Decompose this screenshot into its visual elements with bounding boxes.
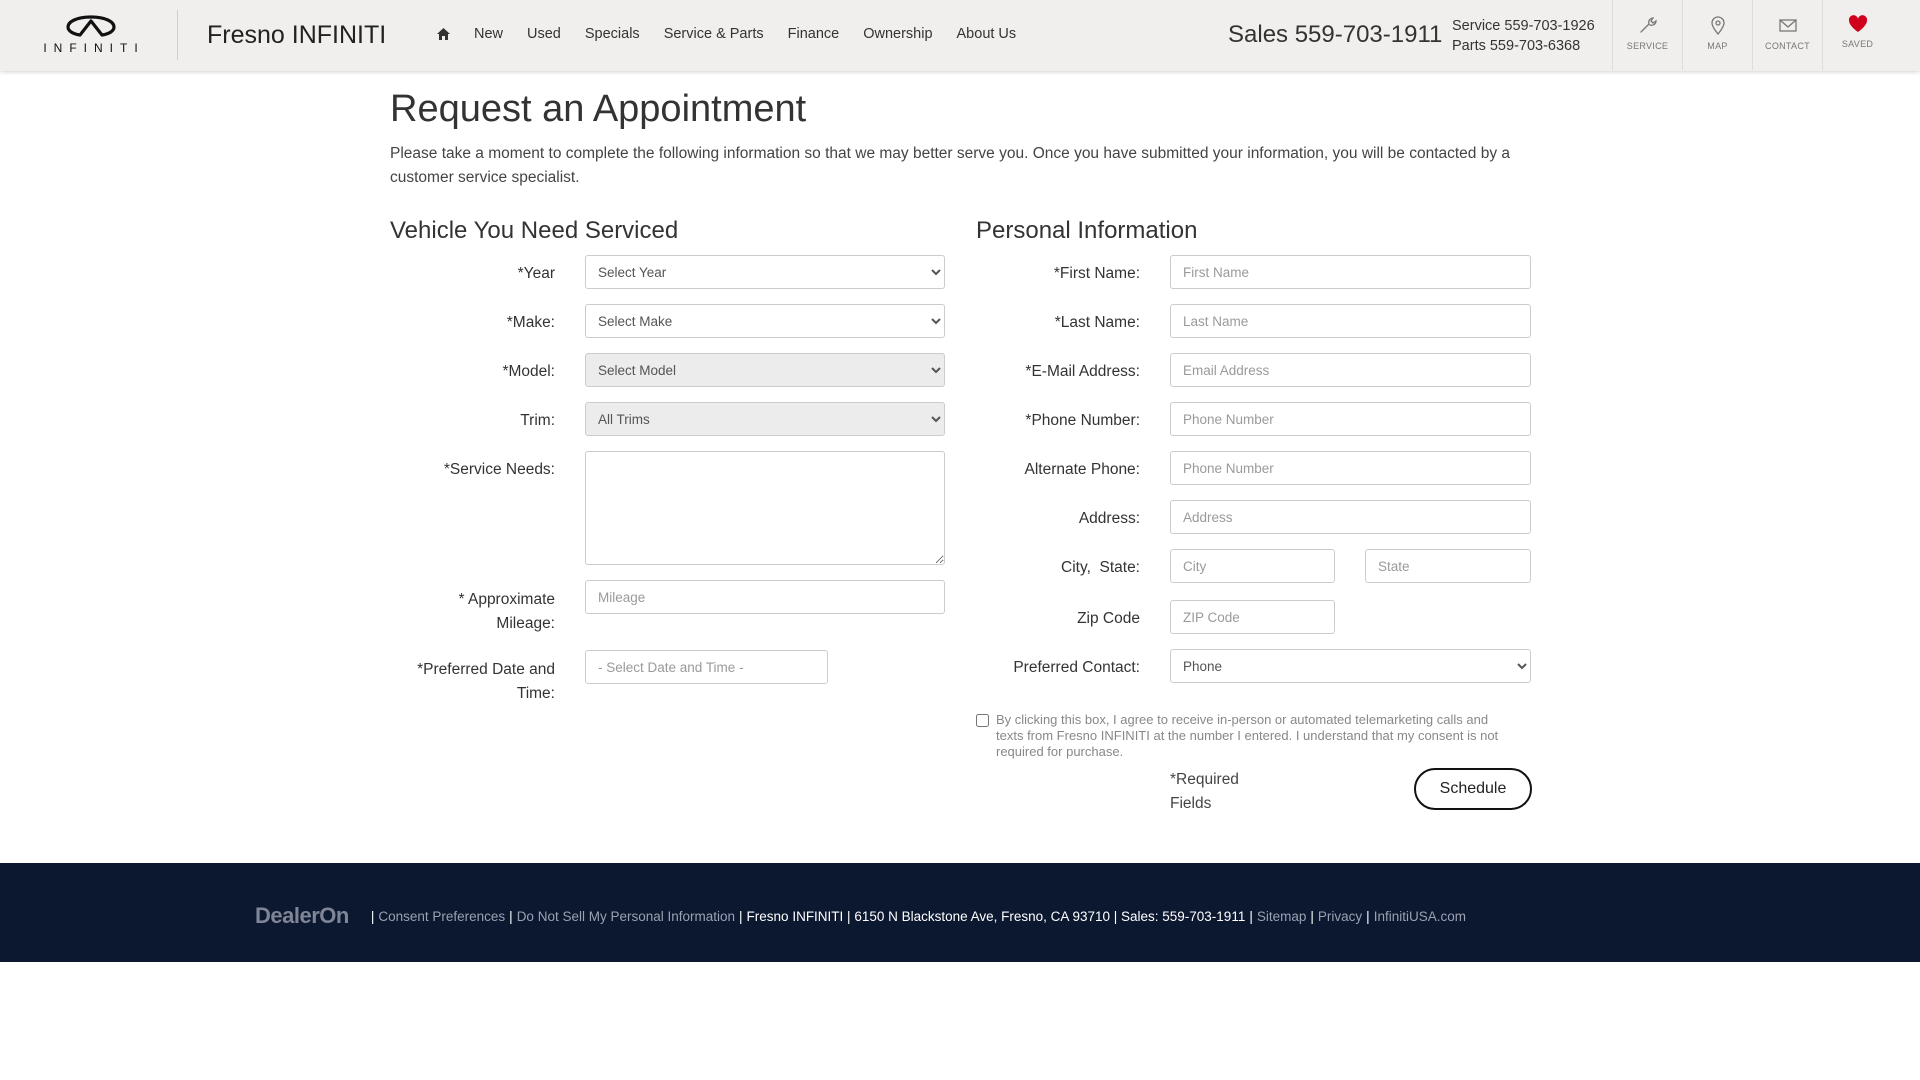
phone-input[interactable] (1170, 402, 1531, 436)
personal-section-title: Personal Information (976, 217, 1198, 244)
service-utility-label: SERVICE (1626, 41, 1669, 51)
consent-text: By clicking this box, I agree to receive… (996, 712, 1499, 759)
alternate-phone-input[interactable] (1170, 451, 1531, 485)
footer-links: DealerOn | Consent Preferences | Do Not … (255, 903, 1466, 929)
alternate-phone-label: Alternate Phone: (1024, 461, 1140, 478)
footer-separator: | (739, 908, 743, 924)
map-pin-icon (1710, 16, 1725, 35)
contact-utility-button[interactable]: CONTACT (1752, 0, 1822, 70)
site-header: INFINITI Fresno INFINITI New Used Specia… (0, 0, 1920, 71)
model-label: *Model: (502, 363, 555, 380)
schedule-button[interactable]: Schedule (1414, 768, 1532, 810)
wrench-icon (1639, 17, 1657, 33)
service-phone[interactable]: Service 559-703-1926 (1452, 16, 1595, 36)
year-select[interactable]: Select Year (585, 255, 945, 289)
email-label: *E-Mail Address: (1025, 363, 1140, 380)
header-divider (177, 10, 178, 60)
logo-wordmark: INFINITI (43, 41, 145, 55)
department-phones: Service 559-703-1926 Parts 559-703-6368 (1452, 16, 1595, 56)
footer-separator: | (1310, 908, 1314, 924)
footer-separator: | (370, 908, 375, 924)
zip-code-input[interactable] (1170, 600, 1335, 634)
consent-block: By clicking this box, I agree to receive… (976, 712, 1516, 760)
city-state-label: City, State: (1061, 559, 1140, 576)
consent-preferences-link[interactable]: Consent Preferences (378, 909, 505, 924)
vehicle-section-title: Vehicle You Need Serviced (390, 217, 679, 244)
heart-icon (1848, 15, 1867, 33)
envelope-icon (1778, 19, 1797, 32)
infiniti-usa-link[interactable]: InfinitiUSA.com (1374, 909, 1466, 924)
site-footer: DealerOn | Consent Preferences | Do Not … (0, 863, 1920, 962)
privacy-link[interactable]: Privacy (1318, 909, 1362, 924)
sitemap-link[interactable]: Sitemap (1257, 909, 1307, 924)
nav-service-parts[interactable]: Service & Parts (664, 26, 764, 42)
preferred-contact-select[interactable]: Phone (1170, 649, 1531, 683)
make-label: *Make: (506, 314, 555, 331)
footer-separator: | (1366, 908, 1370, 924)
required-fields-note: *Required Fields (1170, 771, 1239, 812)
first-name-input[interactable] (1170, 255, 1531, 289)
make-select[interactable]: Select Make (585, 304, 945, 338)
dealer-name[interactable]: Fresno INFINITI (207, 21, 386, 50)
dealeron-logo[interactable]: DealerOn (255, 903, 349, 929)
home-icon[interactable] (437, 28, 450, 40)
map-utility-button[interactable]: MAP (1682, 0, 1752, 70)
mileage-label-line-2: Mileage: (496, 615, 555, 632)
saved-utility-label: SAVED (1841, 39, 1874, 49)
trim-label: Trim: (520, 412, 555, 429)
infiniti-logo[interactable]: INFINITI (34, 13, 148, 59)
trim-select[interactable]: All Trims (585, 402, 945, 436)
service-utility-button[interactable]: SERVICE (1612, 0, 1682, 70)
mileage-label: * Approximate Mileage: (390, 588, 556, 636)
address-label: Address: (1078, 510, 1140, 527)
nav-used[interactable]: Used (527, 26, 561, 42)
mileage-label-line-1: * Approximate (458, 591, 556, 608)
city-input[interactable] (1170, 549, 1335, 583)
preferred-date-label-line-2: Time: (516, 685, 555, 702)
contact-utility-label: CONTACT (1765, 41, 1810, 51)
saved-utility-button[interactable]: SAVED (1822, 0, 1892, 70)
mileage-input[interactable] (585, 580, 945, 614)
parts-phone[interactable]: Parts 559-703-6368 (1452, 36, 1595, 56)
footer-separator: | (1249, 908, 1253, 924)
first-name-label: *First Name: (1053, 265, 1140, 282)
preferred-date-input[interactable] (585, 650, 828, 684)
page-title: Request an Appointment (390, 88, 807, 130)
main-nav: New Used Specials Service & Parts Financ… (437, 26, 1040, 42)
state-input[interactable] (1365, 549, 1531, 583)
phone-label: *Phone Number: (1025, 412, 1140, 429)
map-utility-label: MAP (1707, 41, 1728, 51)
intro-text: Please take a moment to complete the fol… (390, 145, 1511, 186)
model-select[interactable]: Select Model (585, 353, 945, 387)
service-needs-label: *Service Needs: (443, 461, 555, 478)
preferred-contact-label: Preferred Contact: (1013, 659, 1140, 676)
nav-about-us[interactable]: About Us (957, 26, 1017, 42)
infiniti-logo-icon (66, 15, 116, 37)
last-name-input[interactable] (1170, 304, 1531, 338)
do-not-sell-link[interactable]: Do Not Sell My Personal Information (517, 909, 735, 924)
footer-separator: | (509, 908, 513, 924)
preferred-date-label-line-1: *Preferred Date and (417, 661, 555, 678)
nav-specials[interactable]: Specials (585, 26, 640, 42)
preferred-date-label: *Preferred Date and Time: (390, 658, 555, 706)
last-name-label: *Last Name: (1054, 314, 1140, 331)
dealer-info: Fresno INFINITI | 6150 N Blackstone Ave,… (746, 908, 1246, 924)
consent-checkbox[interactable] (976, 714, 989, 727)
service-needs-textarea[interactable] (585, 451, 945, 565)
nav-finance[interactable]: Finance (788, 26, 840, 42)
year-label: *Year (517, 265, 555, 282)
sales-phone[interactable]: Sales 559-703-1911 (1228, 21, 1442, 49)
nav-new[interactable]: New (474, 26, 503, 42)
email-input[interactable] (1170, 353, 1531, 387)
address-input[interactable] (1170, 500, 1531, 534)
nav-ownership[interactable]: Ownership (863, 26, 932, 42)
zip-code-label: Zip Code (1077, 610, 1140, 627)
